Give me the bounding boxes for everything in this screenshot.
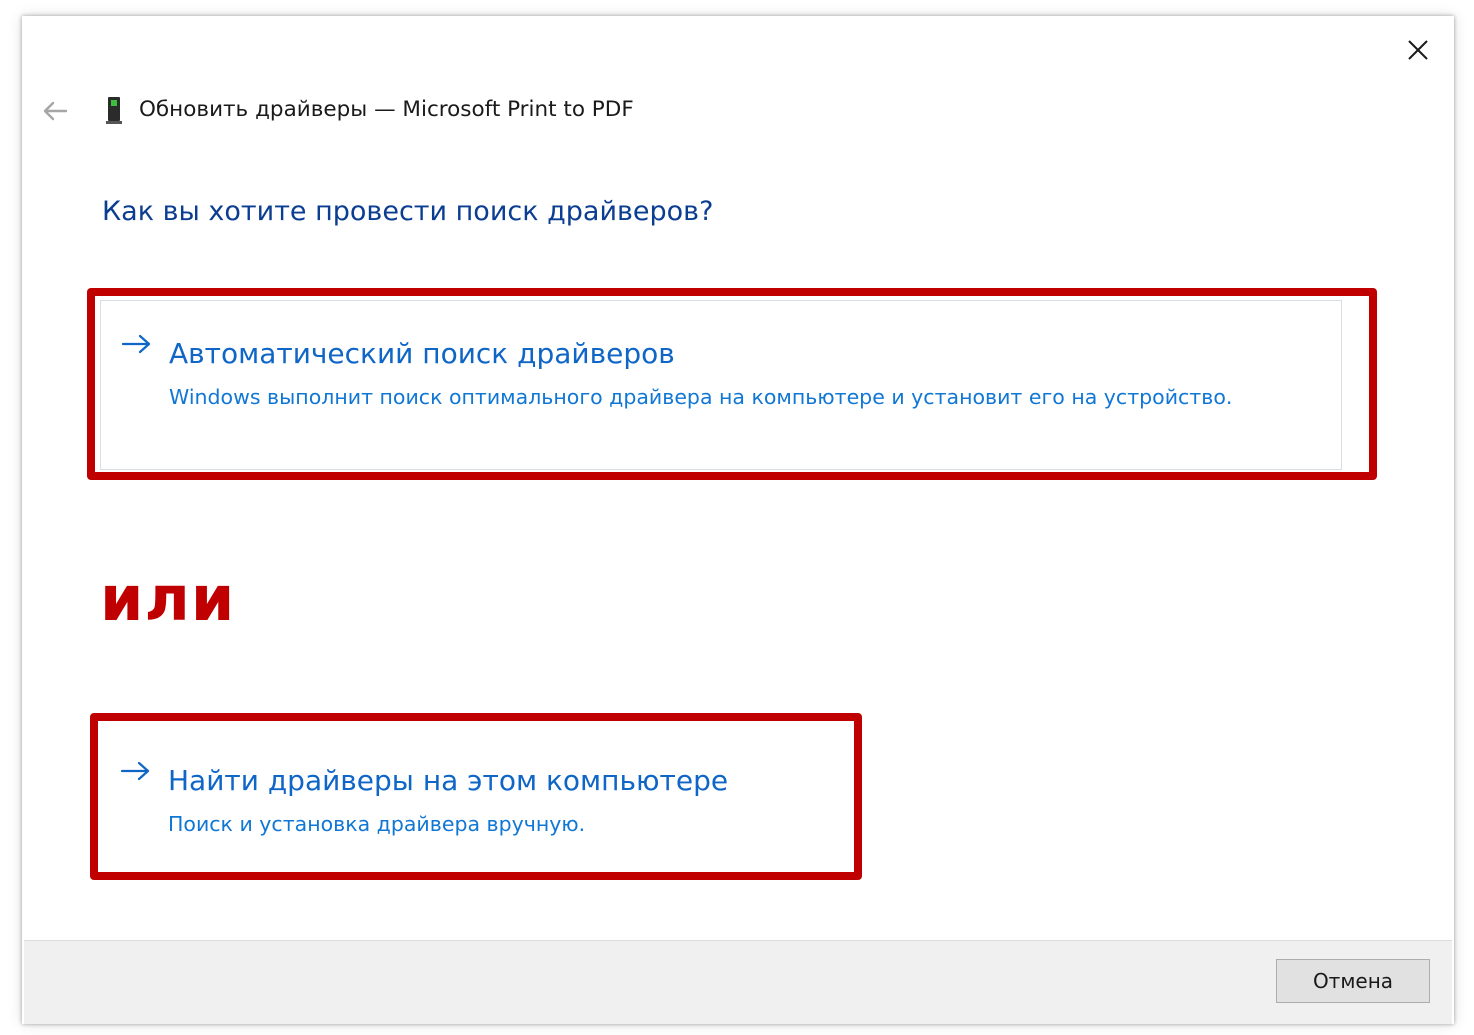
auto-search-description: Windows выполнит поиск оптимального драй…	[169, 385, 1233, 409]
cancel-button[interactable]: Отмена	[1276, 959, 1430, 1003]
auto-search-title: Автоматический поиск драйверов	[169, 337, 675, 370]
or-label: или	[100, 562, 236, 635]
browse-computer-description: Поиск и установка драйвера вручную.	[168, 812, 586, 836]
browse-computer-title: Найти драйверы на этом компьютере	[168, 764, 729, 797]
dialog-footer: Отмена	[24, 940, 1452, 1024]
auto-search-option[interactable]: Автоматический поиск драйверов Windows в…	[100, 300, 1342, 470]
window-title: Обновить драйверы — Microsoft Print to P…	[139, 97, 634, 122]
back-arrow-icon	[43, 101, 68, 121]
close-button[interactable]	[1400, 32, 1436, 68]
printer-device-icon	[106, 97, 122, 124]
arrow-right-icon	[120, 761, 150, 781]
close-icon	[1408, 40, 1428, 60]
page-heading: Как вы хотите провести поиск драйверов?	[102, 196, 714, 227]
arrow-right-icon	[121, 334, 151, 354]
browse-computer-option[interactable]: Найти драйверы на этом компьютере Поиск …	[100, 728, 850, 868]
update-drivers-dialog: Обновить драйверы — Microsoft Print to P…	[22, 16, 1454, 1024]
back-button[interactable]	[38, 96, 72, 126]
